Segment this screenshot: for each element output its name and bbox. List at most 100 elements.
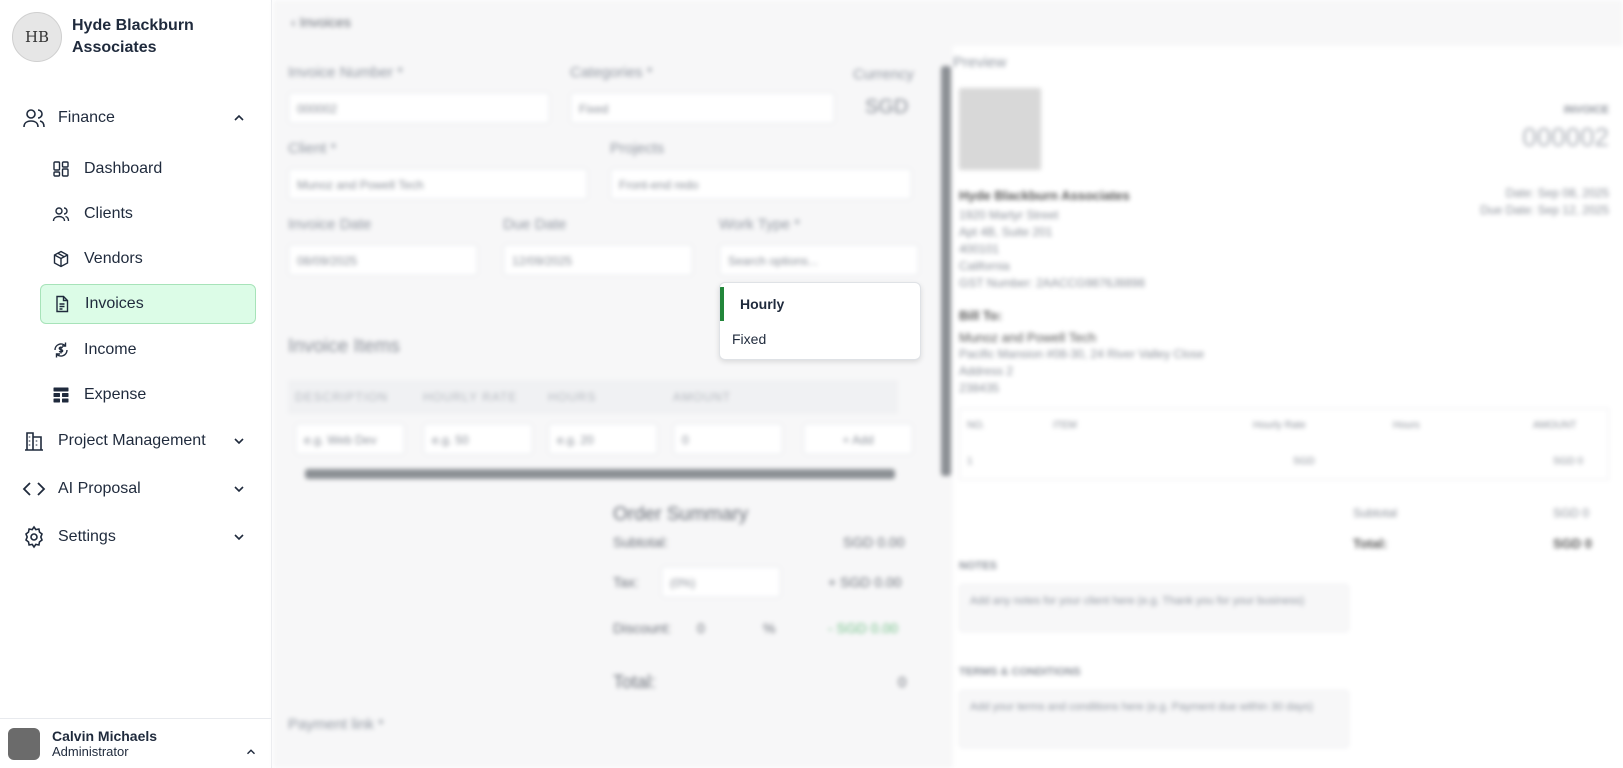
preview-notes-box[interactable]: Add any notes for your client here (e.g.… bbox=[959, 584, 1349, 632]
preview-cell-rate: SGD bbox=[1293, 456, 1315, 467]
breadcrumb[interactable]: ‹ Invoices bbox=[291, 14, 351, 30]
item-rate-input[interactable]: e.g. 50 bbox=[423, 423, 533, 455]
items-header-amount: AMOUNT bbox=[673, 390, 731, 404]
preview-invoice-number: 000002 bbox=[1522, 122, 1609, 152]
user-info: Calvin Michaels Administrator bbox=[52, 728, 157, 760]
currency-value: SGD bbox=[865, 96, 909, 118]
items-header-hourly-rate: HOURLY RATE bbox=[423, 390, 518, 404]
invoice-number-label: Invoice Number * bbox=[288, 64, 404, 81]
preview-bill-to-line: 238435 bbox=[959, 381, 1000, 395]
work-type-input[interactable]: Search options... bbox=[719, 244, 919, 276]
total-value: 0 bbox=[898, 674, 907, 691]
preview-due-date: Due Date: Sep 12, 2025 bbox=[1480, 203, 1609, 217]
categories-label: Categories * bbox=[570, 64, 653, 81]
categories-select[interactable]: Fixed bbox=[570, 92, 835, 124]
nav-group-label: AI Proposal bbox=[58, 480, 141, 497]
option-fixed[interactable]: Fixed bbox=[720, 322, 920, 356]
sidebar-item-clients[interactable]: Clients bbox=[40, 194, 256, 234]
chevron-down-icon bbox=[234, 534, 244, 541]
tax-value: + SGD 0.00 bbox=[828, 574, 902, 590]
preview-notes-label: NOTES bbox=[959, 560, 997, 572]
preview-items-table bbox=[959, 408, 1609, 480]
preview-bill-to-client: Munoz and Powell Tech bbox=[959, 330, 1097, 345]
users-icon bbox=[52, 207, 70, 222]
vertical-scrollbar[interactable] bbox=[941, 66, 951, 476]
preview-bill-to-label: Bill To: bbox=[959, 308, 1003, 323]
discount-input[interactable]: 0 bbox=[697, 620, 705, 636]
sidebar-item-income[interactable]: Income bbox=[40, 330, 256, 370]
order-summary-title: Order Summary bbox=[613, 504, 749, 525]
sidebar-item-label: Dashboard bbox=[84, 160, 163, 177]
code-icon bbox=[22, 482, 46, 496]
discount-label: Discount: bbox=[613, 620, 672, 636]
invoice-date-input[interactable]: 08/09/2025 bbox=[288, 244, 478, 276]
gear-icon bbox=[25, 525, 43, 549]
sidebar-item-invoices[interactable]: Invoices bbox=[40, 284, 256, 324]
nav-group-label: Finance bbox=[58, 109, 115, 126]
package-icon bbox=[53, 250, 69, 268]
company-name: Hyde Blackburn Associates bbox=[72, 17, 194, 56]
user-role: Administrator bbox=[52, 743, 129, 759]
preview-total-label: Total: bbox=[1353, 536, 1388, 551]
nav-group-settings[interactable]: Settings bbox=[22, 521, 247, 553]
projects-select[interactable]: Front-end redo bbox=[610, 168, 912, 200]
sidebar-item-expense[interactable]: Expense bbox=[40, 375, 256, 415]
horizontal-scrollbar[interactable] bbox=[305, 469, 895, 479]
preview-address-line: 400101 bbox=[959, 242, 1000, 256]
currency-label: Currency bbox=[853, 66, 914, 83]
preview-header-rate: Hourly Rate bbox=[1253, 420, 1306, 431]
sidebar-item-dashboard[interactable]: Dashboard bbox=[40, 149, 256, 189]
preview-header-hours: Hours bbox=[1393, 420, 1420, 431]
invoice-preview: Preview INVOICE 000002 Hyde Blackburn As… bbox=[953, 46, 1623, 768]
invoice-number-input[interactable]: 000002 bbox=[288, 92, 550, 124]
work-type-label: Work Type * bbox=[719, 216, 801, 233]
items-header-hours: HOURS bbox=[548, 390, 597, 404]
user-profile[interactable]: Calvin Michaels Administrator bbox=[0, 718, 272, 768]
preview-logo bbox=[959, 88, 1041, 170]
nav-group-label: Project Management bbox=[58, 432, 206, 449]
subtotal-value: SGD 0.00 bbox=[843, 534, 905, 550]
sidebar-item-label: Clients bbox=[84, 205, 133, 222]
logo-text: HB bbox=[24, 28, 50, 46]
preview-company: Hyde Blackburn Associates bbox=[959, 188, 1130, 203]
payment-link-label: Payment link * bbox=[288, 716, 384, 733]
refresh-dollar-icon bbox=[54, 342, 68, 358]
nav-group-ai-proposal[interactable]: AI Proposal bbox=[22, 473, 247, 505]
users-icon bbox=[23, 109, 45, 128]
items-header-description: DESCRIPTION bbox=[295, 390, 389, 404]
nav-group-finance[interactable]: Finance bbox=[22, 102, 247, 134]
client-select[interactable]: Munoz and Powell Tech bbox=[288, 168, 588, 200]
item-hours-input[interactable]: e.g. 20 bbox=[548, 423, 658, 455]
invoice-date-label: Invoice Date bbox=[288, 216, 372, 233]
preview-title: Preview bbox=[953, 54, 1007, 71]
sidebar-item-label: Expense bbox=[84, 386, 147, 403]
add-item-button[interactable]: + Add bbox=[803, 423, 913, 455]
brand[interactable]: HB Hyde Blackburn Associates bbox=[12, 12, 242, 62]
preview-header-amount: AMOUNT bbox=[1533, 420, 1577, 431]
tax-select[interactable]: (0%) bbox=[661, 566, 781, 598]
sidebar-item-label: Invoices bbox=[85, 295, 144, 312]
preview-total-value: SGD 0 bbox=[1553, 536, 1593, 551]
preview-bill-to-line: Address 2 bbox=[959, 364, 1014, 378]
preview-terms-box[interactable]: Add your terms and conditions here (e.g.… bbox=[959, 690, 1349, 748]
preview-address-line: Apt 4B, Suite 201 bbox=[959, 225, 1053, 239]
company-logo: HB bbox=[12, 12, 62, 62]
due-date-label: Due Date bbox=[503, 216, 567, 233]
sidebar-item-vendors[interactable]: Vendors bbox=[40, 239, 256, 279]
projects-label: Projects bbox=[610, 140, 665, 157]
preview-header-no: NO. bbox=[967, 420, 985, 431]
client-label: Client * bbox=[288, 140, 337, 157]
preview-date: Date: Sep 08, 2025 bbox=[1505, 186, 1609, 200]
due-date-input[interactable]: 12/09/2025 bbox=[503, 244, 693, 276]
breadcrumb-label: Invoices bbox=[299, 14, 351, 30]
chevron-up-icon bbox=[247, 749, 255, 755]
nav-group-label: Settings bbox=[58, 528, 116, 545]
main-content: ‹ Invoices Invoice Number * 000002 Categ… bbox=[273, 0, 1623, 768]
option-hourly[interactable]: Hourly bbox=[720, 287, 920, 321]
item-description-input[interactable]: e.g. Web Dev bbox=[295, 423, 405, 455]
nav-group-project-management[interactable]: Project Management bbox=[22, 425, 247, 457]
chevron-down-icon bbox=[234, 486, 244, 493]
work-type-dropdown: Hourly Fixed bbox=[719, 282, 921, 360]
item-amount-input: 0 bbox=[673, 423, 783, 455]
preview-gst-number: GST Number: 2AACCG9876J8898 bbox=[959, 276, 1145, 290]
